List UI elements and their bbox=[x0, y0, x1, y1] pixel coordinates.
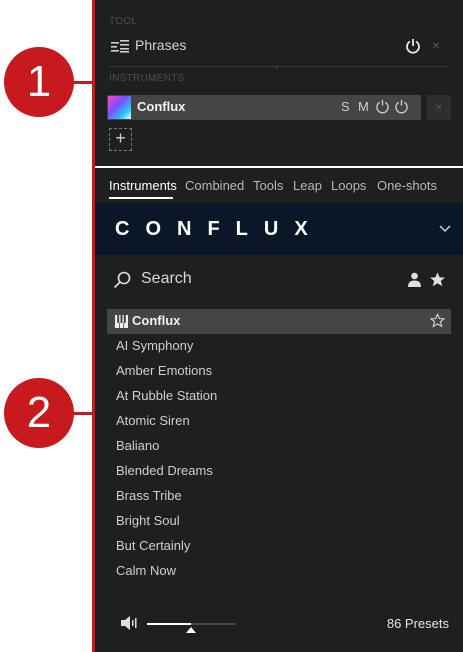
callout-1-line bbox=[72, 81, 93, 84]
active-tab-indicator bbox=[109, 197, 173, 199]
volume-slider-thumb[interactable] bbox=[186, 627, 196, 633]
piano-icon bbox=[115, 315, 128, 328]
browser-tabs: Instruments Combined Tools Leap Loops On… bbox=[95, 168, 463, 202]
preset-item-label: AI Symphony bbox=[116, 338, 194, 353]
conflux-thumbnail bbox=[108, 96, 131, 119]
search-input[interactable]: Search bbox=[141, 270, 192, 288]
preview-volume-slider[interactable] bbox=[147, 623, 235, 633]
preset-item[interactable]: But Certainly bbox=[107, 534, 451, 559]
browser-footer: 86 Presets bbox=[95, 608, 463, 638]
preset-item-label: Bright Soul bbox=[116, 513, 180, 528]
preset-item-label: But Certainly bbox=[116, 538, 191, 553]
instrument-slot-name: Conflux bbox=[137, 99, 186, 114]
product-logo: CONFLUX bbox=[115, 218, 324, 240]
preset-item-label: Brass Tribe bbox=[116, 488, 182, 503]
preset-item-label: Amber Emotions bbox=[116, 363, 213, 378]
search-icon bbox=[113, 271, 131, 289]
power-icon[interactable] bbox=[405, 38, 421, 54]
tab-leap[interactable]: Leap bbox=[293, 178, 322, 193]
tool-slot[interactable]: Phrases × bbox=[95, 32, 463, 60]
preset-item[interactable]: Calm Now bbox=[107, 559, 451, 584]
tab-instruments[interactable]: Instruments bbox=[109, 178, 177, 193]
search-bar: Search bbox=[95, 263, 463, 299]
tab-loops[interactable]: Loops bbox=[331, 178, 366, 193]
tool-name: Phrases bbox=[135, 37, 187, 53]
preset-list-header[interactable]: Conflux bbox=[107, 309, 451, 334]
tab-tools[interactable]: Tools bbox=[253, 178, 283, 193]
phrases-icon bbox=[111, 40, 129, 53]
preset-item-label: Atomic Siren bbox=[116, 413, 190, 428]
mute-button[interactable]: M bbox=[358, 99, 369, 114]
tab-one-shots[interactable]: One-shots bbox=[377, 178, 437, 193]
power-icon[interactable] bbox=[394, 99, 409, 114]
browser-panel: Instruments Combined Tools Leap Loops On… bbox=[95, 168, 463, 652]
preset-item[interactable]: Amber Emotions bbox=[107, 359, 451, 384]
product-selector[interactable]: CONFLUX bbox=[95, 203, 463, 255]
preset-item[interactable]: Atomic Siren bbox=[107, 409, 451, 434]
chevron-down-icon bbox=[439, 225, 451, 233]
callout-2-line bbox=[72, 412, 93, 415]
preset-count: 86 Presets bbox=[386, 616, 449, 631]
preset-item[interactable]: At Rubble Station bbox=[107, 384, 451, 409]
instrument-slot-conflux[interactable]: Conflux S M bbox=[107, 95, 421, 120]
power-icon[interactable] bbox=[375, 99, 390, 114]
preset-item[interactable]: Bright Soul bbox=[107, 509, 451, 534]
rack-panel: TOOL Phrases × ▾ INSTRUMENTS Conflux S M bbox=[95, 0, 463, 166]
user-icon[interactable] bbox=[407, 272, 422, 287]
instrument-close-button[interactable]: × bbox=[427, 95, 451, 120]
star-icon[interactable] bbox=[429, 271, 446, 288]
callout-1: 1 bbox=[4, 47, 74, 117]
preset-item-label: Blended Dreams bbox=[116, 463, 213, 478]
tool-section-label: TOOL bbox=[109, 16, 138, 27]
preset-item[interactable]: AI Symphony bbox=[107, 334, 451, 359]
preset-list-header-label: Conflux bbox=[132, 313, 181, 328]
preset-item-label: Baliano bbox=[116, 438, 160, 453]
callout-2: 2 bbox=[4, 378, 74, 448]
preset-item-label: Calm Now bbox=[116, 563, 176, 578]
speaker-icon[interactable] bbox=[121, 616, 139, 630]
add-instrument-button[interactable]: + bbox=[109, 128, 132, 151]
preset-item-label: At Rubble Station bbox=[116, 388, 218, 403]
tab-combined[interactable]: Combined bbox=[185, 178, 244, 193]
preset-item[interactable]: Brass Tribe bbox=[107, 484, 451, 509]
instruments-section-label: INSTRUMENTS bbox=[109, 73, 185, 84]
tool-close-button[interactable]: × bbox=[432, 37, 440, 53]
solo-button[interactable]: S bbox=[341, 99, 350, 114]
volume-fill bbox=[147, 623, 191, 625]
preset-list: Conflux AI Symphony Amber Emotions At Ru… bbox=[107, 309, 451, 584]
preset-item[interactable]: Blended Dreams bbox=[107, 459, 451, 484]
favorite-star-icon[interactable] bbox=[430, 313, 445, 328]
preset-item[interactable]: Baliano bbox=[107, 434, 451, 459]
divider-notch: ▾ bbox=[275, 63, 280, 72]
